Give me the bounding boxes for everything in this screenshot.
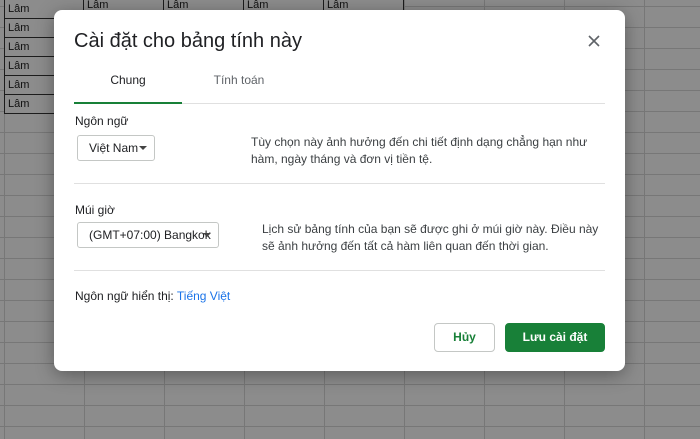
close-icon[interactable] [585, 32, 603, 50]
locale-select[interactable]: Việt Nam [77, 135, 155, 161]
section-divider [74, 270, 605, 271]
display-language-row: Ngôn ngữ hiển thị: Tiếng Việt [75, 289, 230, 303]
dialog-title: Cài đặt cho bảng tính này [74, 30, 302, 52]
locale-description: Tùy chọn này ảnh hưởng đến chi tiết định… [251, 135, 588, 166]
locale-value: Việt Nam [89, 141, 139, 155]
save-settings-button[interactable]: Lưu cài đặt [505, 323, 605, 352]
display-language-link[interactable]: Tiếng Việt [177, 289, 230, 303]
caret-down-icon [203, 233, 211, 237]
display-language-label: Ngôn ngữ hiển thị: [75, 289, 174, 303]
tab-chung[interactable]: Chung [74, 68, 182, 104]
timezone-description: Lịch sử bảng tính của bạn sẽ được ghi ở … [262, 222, 599, 253]
locale-label: Ngôn ngữ [75, 114, 129, 128]
cancel-button[interactable]: Hủy [434, 323, 495, 352]
timezone-label: Múi giờ [75, 203, 115, 217]
caret-down-icon [139, 146, 147, 150]
settings-dialog: Cài đặt cho bảng tính này Chung Tính toá… [54, 10, 625, 371]
section-divider [74, 183, 605, 184]
timezone-value: (GMT+07:00) Bangkok [89, 228, 211, 242]
timezone-select[interactable]: (GMT+07:00) Bangkok [77, 222, 219, 248]
tab-tinh-toan[interactable]: Tính toán [184, 68, 294, 102]
tab-bar: Chung Tính toán [74, 68, 605, 104]
